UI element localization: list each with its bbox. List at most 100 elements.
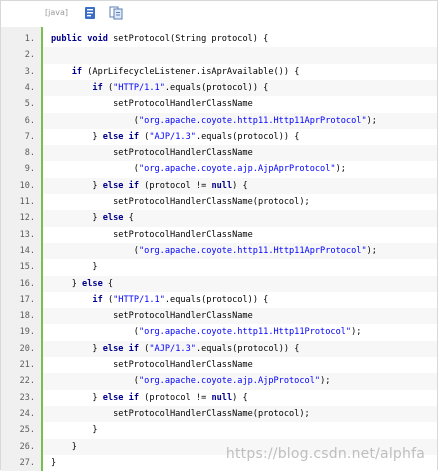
code-line: 18. setProtocolHandlerClassName xyxy=(1,308,438,325)
keyword-token: public xyxy=(51,34,83,44)
code-line: 10. } else if (protocol != null) { xyxy=(1,177,438,194)
code-line: 20. } else if ("AJP/1.3".equals(protocol… xyxy=(1,340,438,357)
code-token: } xyxy=(51,343,103,354)
code-token: ( xyxy=(51,327,139,338)
line-number: 25. xyxy=(19,425,35,436)
code-line: 16. } else { xyxy=(1,275,438,292)
keyword-token: else xyxy=(82,278,103,289)
code-text: } else if (protocol != null) { xyxy=(51,178,248,194)
code-text: } else if (protocol != null) { xyxy=(51,390,247,406)
code-text: setProtocolHandlerClassName xyxy=(51,357,253,373)
keyword-token: else xyxy=(102,180,124,191)
code-text: if ("HTTP/1.1".equals(protocol)) { xyxy=(51,80,268,96)
code-token: ( xyxy=(51,245,139,256)
string-token: "HTTP/1.1" xyxy=(113,294,165,305)
code-token: .equals(protocol)) { xyxy=(195,343,300,354)
string-token: "AJP/1.3" xyxy=(149,131,196,142)
code-token: } xyxy=(51,457,57,468)
line-number: 23. xyxy=(19,392,35,403)
code-token: ( xyxy=(102,82,114,93)
line-number: 22. xyxy=(19,376,35,387)
keyword-token: void xyxy=(87,34,108,44)
code-text: setProtocolHandlerClassName xyxy=(51,227,253,243)
view-plain-icon[interactable] xyxy=(83,6,97,20)
code-token: ( xyxy=(102,294,114,305)
language-label: [java] xyxy=(45,8,69,17)
string-token: "org.apache.coyote.http11.Http11AprProto… xyxy=(138,245,367,256)
code-token: { xyxy=(102,278,114,289)
string-token: "AJP/1.3" xyxy=(149,343,196,354)
copy-icon[interactable] xyxy=(109,6,123,20)
line-number: 14. xyxy=(19,245,35,256)
line-number: 8. xyxy=(24,148,35,159)
code-line: 17. if ("HTTP/1.1".equals(protocol)) { xyxy=(1,292,438,308)
keyword-token: null xyxy=(211,180,233,191)
code-line: 5. setProtocolHandlerClassName xyxy=(1,96,438,112)
code-token: ); xyxy=(366,245,377,256)
code-token: (AprLifecycleListener.isAprAvailable()) … xyxy=(82,66,300,77)
code-line-background xyxy=(43,422,437,438)
line-number: 9. xyxy=(24,164,35,175)
code-token: ); xyxy=(366,115,377,126)
line-number: 6. xyxy=(24,115,35,126)
string-token: "org.apache.coyote.http11.Http11Protocol… xyxy=(138,327,352,338)
string-token: "org.apache.coyote.ajp.AjpProtocol" xyxy=(138,376,321,387)
line-number: 26. xyxy=(19,441,35,452)
code-token: } xyxy=(51,262,98,273)
code-toolbar: [java] xyxy=(1,1,437,28)
code-line: 22. ("org.apache.coyote.ajp.AjpProtocol"… xyxy=(1,373,438,390)
code-text: if (AprLifecycleListener.isAprAvailable(… xyxy=(51,64,300,80)
line-number: 19. xyxy=(19,327,35,338)
keyword-token: if xyxy=(92,82,103,93)
code-text: setProtocolHandlerClassName(protocol); xyxy=(51,406,310,422)
code-line: 19. ("org.apache.coyote.http11.Http11Pro… xyxy=(1,324,438,340)
code-token: setProtocolHandlerClassName xyxy=(51,360,253,370)
line-number: 15. xyxy=(19,262,35,273)
code-text: } xyxy=(51,259,98,275)
code-text: if ("HTTP/1.1".equals(protocol)) { xyxy=(51,292,268,308)
keyword-token: else xyxy=(102,131,124,142)
code-text: setProtocolHandlerClassName xyxy=(51,96,253,112)
code-token: } xyxy=(51,441,77,452)
code-token: ( xyxy=(139,131,150,142)
code-line: 8. setProtocolHandlerClassName xyxy=(1,145,438,162)
keyword-token: else xyxy=(102,392,124,403)
code-token: } xyxy=(51,278,83,289)
keyword-token: null xyxy=(211,392,233,403)
code-token: } xyxy=(51,425,98,436)
line-number: 10. xyxy=(19,180,35,191)
keyword-token: else xyxy=(102,343,124,354)
code-line: 21. setProtocolHandlerClassName xyxy=(1,357,438,373)
code-token: ) { xyxy=(232,180,248,191)
keyword-token: if xyxy=(92,294,103,305)
code-text: } else { xyxy=(51,210,133,226)
code-line: 11. setProtocolHandlerClassName(protocol… xyxy=(1,194,438,210)
line-number: 27. xyxy=(19,457,35,468)
line-number: 24. xyxy=(19,408,35,419)
line-number: 3. xyxy=(24,66,35,77)
line-number: 2. xyxy=(24,50,35,61)
code-line: 1. public void setProtocol(String protoco… xyxy=(1,31,438,47)
code-token: .equals(protocol)) { xyxy=(195,131,300,142)
code-token: ( xyxy=(51,115,139,126)
keyword-token: if xyxy=(128,180,139,191)
code-block: [java] 1. public void setProtocol(String … xyxy=(0,0,438,471)
code-token: (protocol != xyxy=(139,392,212,403)
keyword-token: if xyxy=(128,343,139,354)
code-text: } else if ("AJP/1.3".equals(protocol)) { xyxy=(51,129,299,145)
code-line: 15. } xyxy=(1,259,438,275)
code-line: 12. } else { xyxy=(1,210,438,227)
line-number: 20. xyxy=(19,343,35,354)
code-token: } xyxy=(51,392,103,403)
code-token: setProtocol(String protocol) { xyxy=(107,34,269,44)
string-token: "org.apache.coyote.http11.Http11AprProto… xyxy=(138,115,367,126)
code-token: } xyxy=(51,180,103,191)
code-text: public void setProtocol(String protocol)… xyxy=(51,31,268,47)
code-token: setProtocolHandlerClassName xyxy=(51,148,253,159)
code-text: setProtocolHandlerClassName xyxy=(51,308,253,324)
keyword-token: if xyxy=(128,131,139,142)
code-line-background xyxy=(43,47,437,64)
string-token: "HTTP/1.1" xyxy=(113,82,165,93)
